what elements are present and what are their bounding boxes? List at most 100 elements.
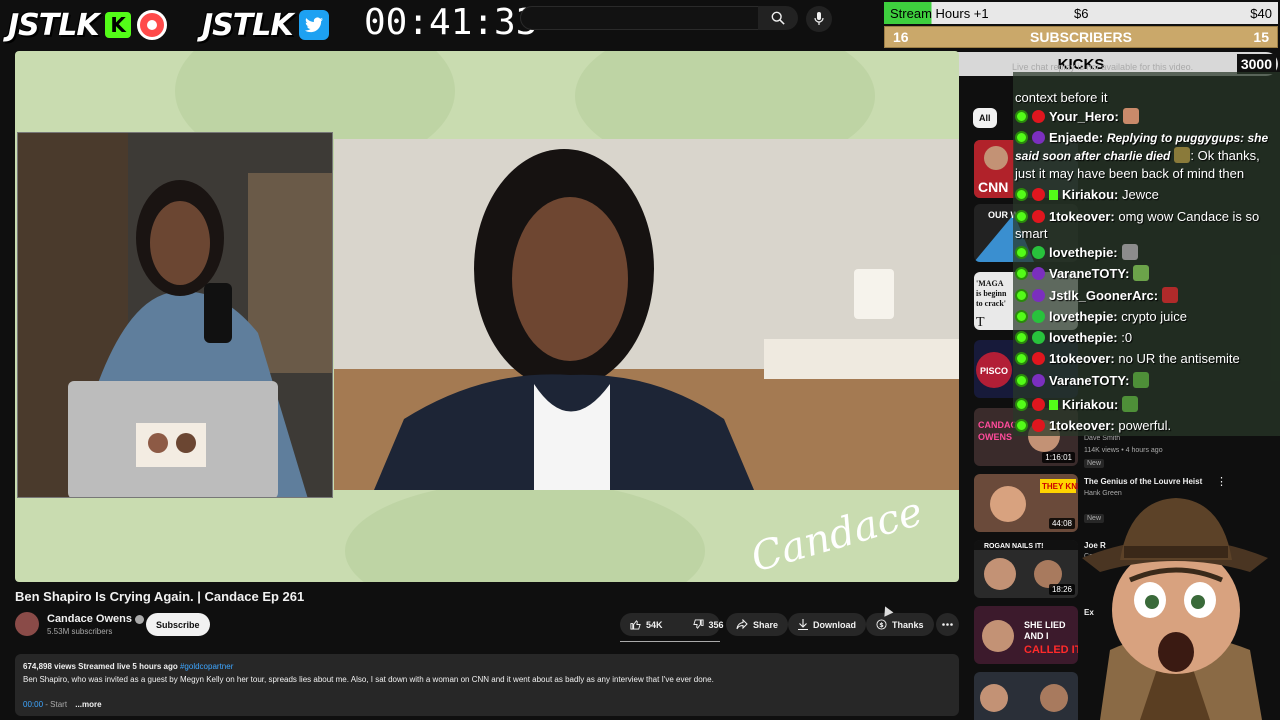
video-player[interactable]: Candace [15,51,959,582]
search-input[interactable] [520,6,760,30]
stream-hours-bar: Stream Hours +1 $6 $40 [884,2,1278,24]
kick-badge-icon [1015,289,1028,302]
chat-message: lovethepie: crypto juice [1015,308,1279,325]
rec-thumbnail[interactable]: ROGAN NAILS IT! 18:26 [974,540,1078,598]
channel-name[interactable]: Candace Owens [47,613,144,625]
chat-username: 1tokeover: [1049,209,1115,224]
rec-new-badge: New [1084,459,1105,468]
chat-message: 1tokeover: powerful. [1015,417,1279,434]
chat-username: VaraneTOTY: [1049,373,1130,388]
chat-username: Kiriakou: [1062,397,1119,412]
svg-text:PISCO: PISCO [980,366,1008,376]
thanks-label: Thanks [892,619,924,630]
rec-duration: 1:16:01 [1042,452,1075,463]
description-box[interactable]: 674,898 views Streamed live 5 hours ago … [15,654,959,716]
rec-duration: 44:08 [1048,518,1075,529]
timestamp-link[interactable]: 00:00 [23,700,43,709]
svg-text:to crack': to crack' [976,299,1006,308]
kick-badge-icon [1015,188,1028,201]
subscribe-button[interactable]: Subscribe [146,613,210,636]
download-label: Download [813,619,856,630]
kick-logo-text: JSTLK [8,7,100,43]
kick-badge-icon [1015,374,1028,387]
kick-badge-icon [1015,310,1028,323]
kick-badge-icon [1015,398,1028,411]
like-ratio-bar [620,641,720,642]
background-shape [345,481,705,582]
more-icon [942,623,953,626]
emote-icon [1133,265,1150,281]
like-icon [630,620,641,630]
kick-badge-icon [1015,246,1028,259]
emote-icon [1121,244,1138,260]
chat-username: Kiriakou: [1062,187,1119,202]
rec-icon [136,10,167,40]
share-button[interactable]: Share [726,613,789,636]
rec-duration: 18:26 [1048,584,1075,595]
stream-timer: 00:41:33 [364,2,538,43]
thanks-button[interactable]: $ Thanks [866,613,934,636]
svg-text:'MAGA: 'MAGA [976,279,1004,288]
like-button[interactable]: 54K [620,613,673,636]
sub-badge-icon [1032,246,1045,259]
dislike-icon [692,619,704,629]
chat-message: VaraneTOTY: [1015,372,1279,389]
chat-message: VaraneTOTY: [1015,265,1279,282]
sub-badge-icon [1032,110,1045,123]
chat-username: Jstlk_GoonerArc: [1049,288,1159,303]
emote-icon [1122,108,1139,124]
rec-thumbnail[interactable]: SHE LIED AND I CALLED IT [974,606,1078,664]
chat-username: 1tokeover: [1049,418,1115,433]
hashtag-link[interactable]: #goldcopartner [180,662,233,671]
channel-name-text[interactable]: Candace Owens [47,613,132,625]
rec-thumbnail[interactable] [974,672,1078,720]
gift-badge-icon [1049,400,1058,410]
download-button[interactable]: Download [788,613,866,636]
svg-text:AND I: AND I [1024,631,1049,641]
kick-badge-icon [1015,110,1028,123]
channel-avatar[interactable] [15,612,39,636]
sub-badge-icon [1032,374,1045,387]
chat-username: lovethepie: [1049,245,1118,260]
svg-text:OWENS: OWENS [978,432,1012,442]
streamer-camera-feed [17,132,333,498]
thanks-icon: $ [876,619,887,630]
description-footer: 00:00 - Start ...more [23,700,102,709]
video-title: Ben Shapiro Is Crying Again. | Candace E… [15,589,305,604]
verified-icon [134,614,144,624]
candace-signature: Candace [746,488,928,582]
chat-message: lovethepie: [1015,244,1279,261]
chat-username: VaraneTOTY: [1049,266,1130,281]
more-actions-button[interactable] [936,613,959,636]
subs-label: SUBSCRIBERS [1030,29,1132,45]
voice-search-button[interactable] [806,6,832,32]
sub-badge-icon [1032,352,1045,365]
svg-text:CNN: CNN [978,179,1008,195]
dislike-count: 356 [708,619,724,630]
chat-message: 1tokeover: omg wow Candace is so smart [1015,208,1279,242]
emote-icon [1174,147,1191,163]
rec-thumbnail[interactable]: THEY KNEW 44:08 [974,474,1078,532]
gift-badge-icon [1049,190,1058,200]
chat-message: Jstlk_GoonerArc: [1015,287,1279,304]
search-button[interactable] [758,6,798,30]
sub-badge-icon [1032,210,1045,223]
chat-text: context before it [1015,90,1108,105]
twitter-logo: JSTLK [202,6,329,44]
filter-chip-all[interactable]: All [973,108,997,128]
sub-badge-icon [1032,267,1045,280]
download-icon [798,619,808,630]
timestamp-label: - Start [45,700,68,709]
chat-message: Your_Hero: [1015,108,1279,125]
share-icon [736,619,748,630]
mic-icon [814,12,824,25]
sub-badge-icon [1032,188,1045,201]
show-more-link[interactable]: ...more [75,700,101,709]
chat-message: Kiriakou: Jewce [1015,186,1279,203]
chat-message: Enjaede: Replying to puggygups: she said… [1015,129,1279,182]
views-and-date: 674,898 views Streamed live 5 hours ago [23,662,178,671]
svg-text:CALLED IT: CALLED IT [1024,644,1078,656]
like-dislike-group: 54K 356 [620,613,724,636]
chat-text: Jewce [1121,187,1159,202]
svg-text:is beginn: is beginn [976,289,1007,298]
